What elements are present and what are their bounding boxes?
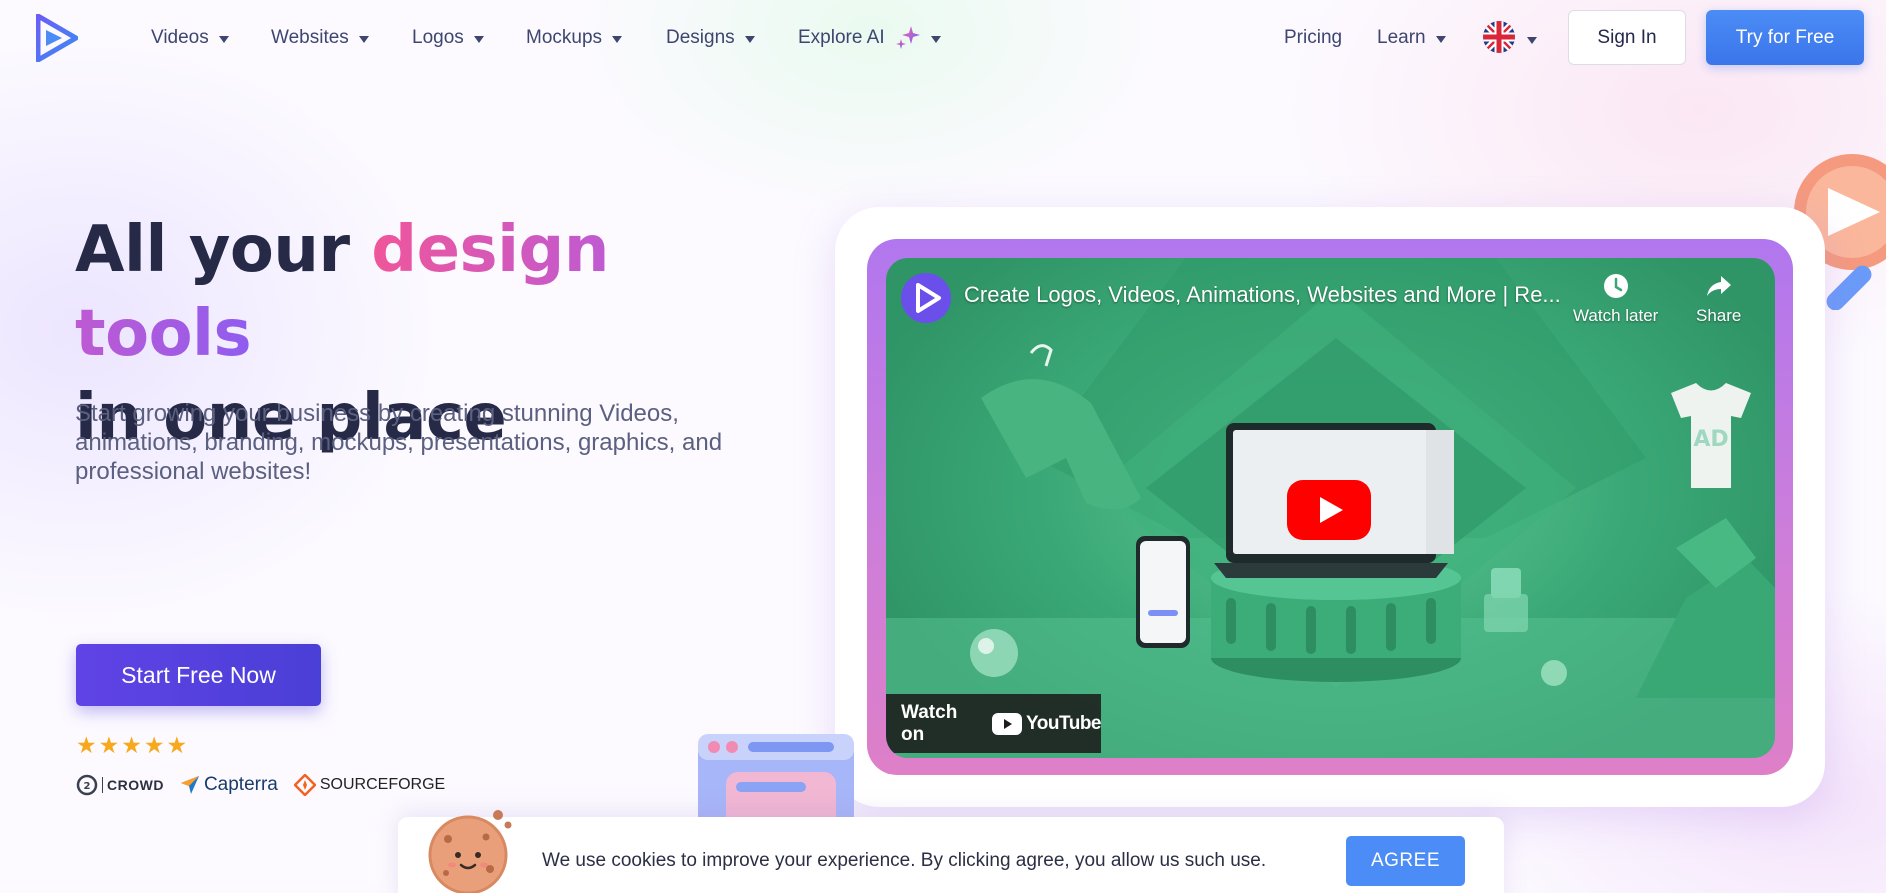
cookie-mascot-icon [428,810,512,893]
youtube-icon [992,712,1023,735]
nav-logos[interactable]: Logos [412,24,484,52]
nav-logos-label: Logos [412,27,464,48]
sourceforge-badge: SOURCEFORGE [293,774,446,796]
uk-flag-icon[interactable] [1483,21,1515,53]
headline-part1: All your [75,213,372,287]
share-label: Share [1696,306,1742,325]
chevron-down-icon [930,35,941,43]
top-navigation: Videos Websites Logos Mockups Designs Ex… [0,0,1886,76]
g2-crowd-badge: 2 CROWD [76,774,164,796]
agree-button[interactable]: AGREE [1346,836,1465,886]
star-icon: ★ [143,733,165,759]
sign-in-button[interactable]: Sign In [1568,10,1686,65]
star-icon: ★ [76,733,97,759]
svg-text:2: 2 [84,781,91,792]
brand-logo[interactable] [36,14,78,62]
capterra-badge: Capterra [180,774,278,796]
cookie-message: We use cookies to improve your experienc… [542,850,1267,871]
youtube-logo: YouTube [992,712,1101,735]
chevron-down-icon [358,35,369,43]
chevron-down-icon [1435,35,1446,43]
g2-label: CROWD [102,777,164,793]
watch-on-label: Watch on [901,701,958,745]
nav-mockups-label: Mockups [526,27,603,48]
sourceforge-logo-icon [293,774,316,796]
review-badges: 2 CROWD Capterra SOURCEFORGE [76,774,445,796]
star-icon: ★ [121,733,142,759]
nav-learn[interactable]: Learn [1377,24,1446,52]
chevron-down-icon [744,35,755,43]
rating-stars: ★ ★ ★ ★ ★ [76,734,187,758]
browser-window-decoration [698,734,854,828]
nav-explore-ai[interactable]: Explore AI [798,24,941,52]
nav-mockups[interactable]: Mockups [526,24,623,52]
nav-designs-label: Designs [666,27,735,48]
nav-videos-label: Videos [151,27,209,48]
capterra-label: Capterra [203,774,278,795]
language-chevron-down-icon[interactable] [1527,37,1537,44]
try-for-free-button[interactable]: Try for Free [1706,10,1864,65]
start-free-now-button[interactable]: Start Free Now [76,644,321,706]
hero-subtext: Start growing your business by creating … [75,400,723,485]
nav-websites[interactable]: Websites [271,24,369,52]
nav-websites-label: Websites [271,27,349,48]
nav-pricing-label: Pricing [1284,27,1343,48]
watch-on-youtube-button[interactable]: Watch on YouTube [886,694,1101,753]
clock-icon [1603,274,1628,298]
nav-designs[interactable]: Designs [666,24,755,52]
g2-logo-icon: 2 [76,774,98,796]
nav-videos[interactable]: Videos [151,24,229,52]
channel-logo-icon[interactable] [901,273,951,323]
watch-later-label: Watch later [1573,306,1659,325]
youtube-video-player[interactable]: AD Create Logos, Videos, Animations, Web… [886,258,1775,758]
cookie-banner: We use cookies to improve your experienc… [398,810,1504,893]
nav-explore-ai-label: Explore AI [798,27,885,48]
chevron-down-icon [218,35,229,43]
youtube-play-button-icon[interactable] [1287,480,1371,540]
sparkle-icon [895,26,920,49]
nav-learn-label: Learn [1377,27,1426,48]
capterra-logo-icon [180,776,199,794]
sourceforge-label: SOURCEFORGE [319,776,446,793]
share-arrow-icon [1706,276,1731,296]
video-title[interactable]: Create Logos, Videos, Animations, Websit… [964,282,1561,308]
youtube-wordmark: YouTube [1026,712,1101,734]
chevron-down-icon [473,35,484,43]
star-icon: ★ [98,733,120,759]
nav-pricing[interactable]: Pricing [1284,24,1342,52]
star-icon: ★ [166,733,188,759]
share-button[interactable]: Share [1696,272,1741,326]
chevron-down-icon [612,35,623,43]
watch-later-button[interactable]: Watch later [1573,272,1658,326]
tshirt-ad-text: AD [1693,427,1728,452]
